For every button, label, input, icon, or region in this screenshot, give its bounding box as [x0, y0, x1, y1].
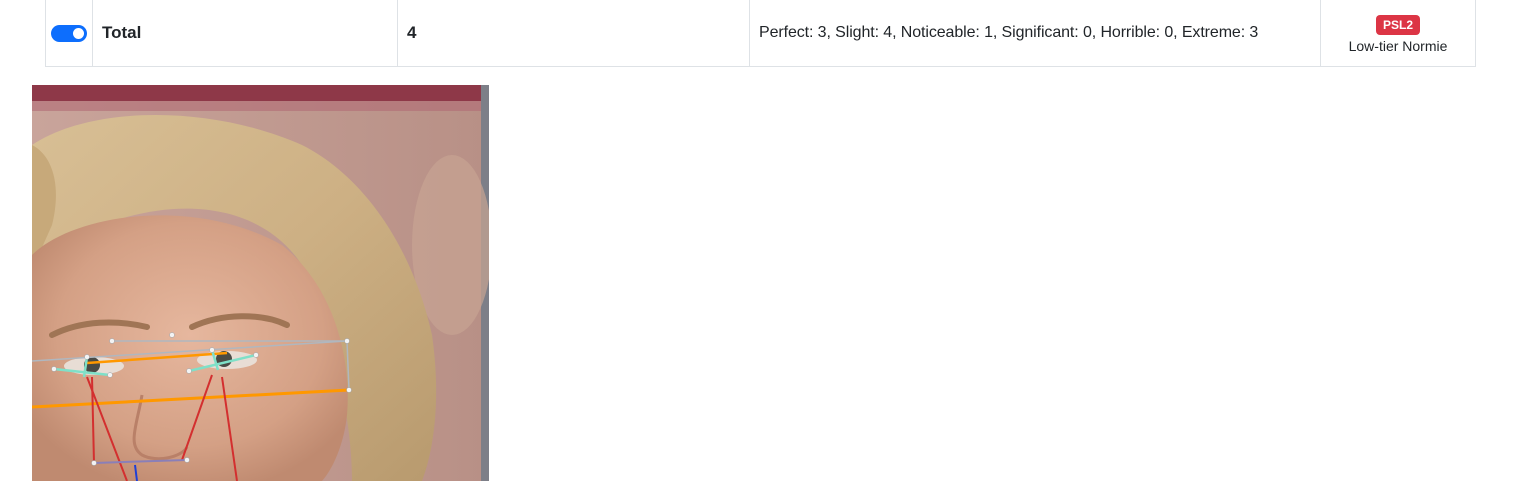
include-toggle[interactable] [51, 24, 87, 42]
table-row-total: Total 4 Perfect: 3, Slight: 4, Noticeabl… [45, 0, 1476, 67]
rating-cell: PSL2 Low-tier Normie [1320, 0, 1476, 67]
results-table: Total 4 Perfect: 3, Slight: 4, Noticeabl… [45, 0, 1476, 67]
toggle-knob [73, 27, 84, 39]
row-value: 4 [397, 0, 750, 67]
face-photo [32, 85, 489, 481]
toggle-cell [45, 0, 93, 67]
row-label: Total [92, 0, 398, 67]
row-counts: Perfect: 3, Slight: 4, Noticeable: 1, Si… [749, 0, 1321, 67]
face-analysis-image [32, 85, 489, 481]
psl-badge: PSL2 [1375, 14, 1420, 35]
tier-label: Low-tier Normie [1348, 37, 1448, 54]
